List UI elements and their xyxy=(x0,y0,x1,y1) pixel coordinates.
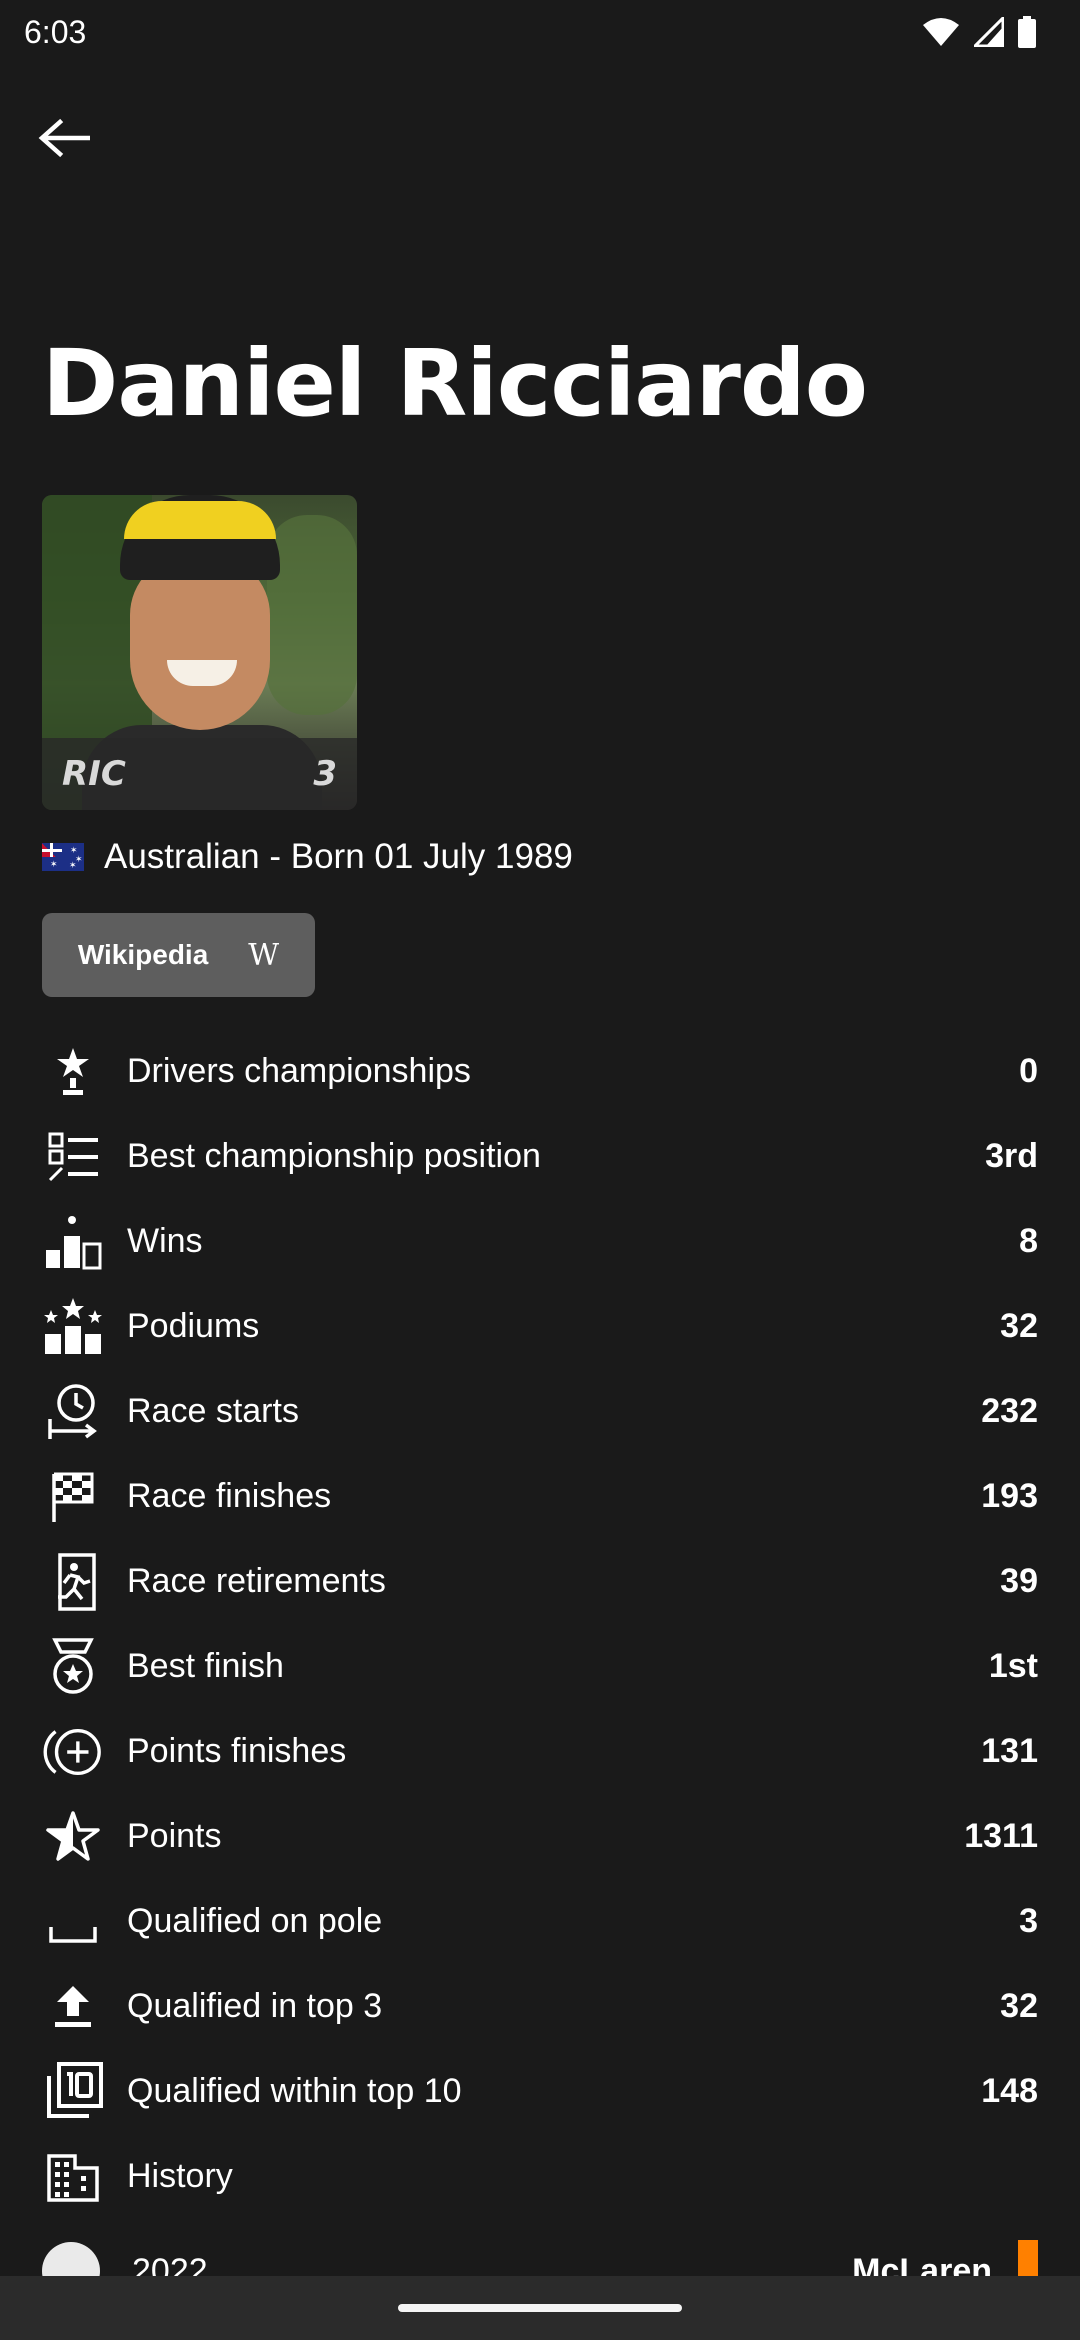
podium-stars-icon xyxy=(42,1296,104,1358)
trophy-icon xyxy=(42,1041,104,1103)
stat-value: 8 xyxy=(1019,1222,1038,1260)
stat-label: Points xyxy=(127,1817,222,1855)
driver-code: RIC xyxy=(62,754,126,794)
stat-label: Podiums xyxy=(127,1307,260,1345)
stat-label: Wins xyxy=(127,1222,203,1260)
stat-value: 0 xyxy=(1019,1052,1038,1090)
stat-label: Race starts xyxy=(127,1392,299,1430)
driver-number: 3 xyxy=(313,754,337,794)
arrow-back-icon xyxy=(38,118,90,158)
stat-row-points: Points 1311 xyxy=(0,1794,1080,1879)
stat-label: Qualified in top 3 xyxy=(127,1987,383,2025)
stat-row-best-championship-position: Best championship position 3rd xyxy=(0,1114,1080,1199)
wikipedia-label: Wikipedia xyxy=(77,939,209,970)
stat-value: 32 xyxy=(1000,1987,1038,2025)
stat-row-drivers-championships: Drivers championships 0 xyxy=(0,1029,1080,1114)
stat-row-podiums: Podiums 32 xyxy=(0,1284,1080,1369)
stat-value: 3 xyxy=(1019,1902,1038,1940)
history-year: 2022 xyxy=(132,2252,208,2276)
exit-run-icon xyxy=(42,1551,104,1613)
stat-row-race-starts: Race starts 232 xyxy=(0,1369,1080,1454)
podium-icon xyxy=(42,1211,104,1273)
stat-row-wins: Wins 8 xyxy=(0,1199,1080,1284)
team-logo xyxy=(42,2242,100,2276)
stat-row-qualified-top-3: Qualified in top 3 32 xyxy=(0,1964,1080,2049)
upload-arrow-icon xyxy=(42,1976,104,2038)
history-team: McLaren xyxy=(852,2252,992,2276)
nationality-text: Australian - Born 01 July 1989 xyxy=(104,837,573,876)
top-10-icon xyxy=(42,2061,104,2123)
stat-label: Points finishes xyxy=(127,1732,347,1770)
history-item[interactable]: 2022 McLaren xyxy=(0,2230,1080,2276)
stat-label: History xyxy=(127,2157,233,2195)
stats-list: Drivers championships 0 Best championshi… xyxy=(0,1029,1080,2219)
stat-row-race-finishes: Race finishes 193 xyxy=(0,1454,1080,1539)
stat-value: 193 xyxy=(981,1477,1038,1515)
stat-value: 32 xyxy=(1000,1307,1038,1345)
stat-value: 39 xyxy=(1000,1562,1038,1600)
status-icons xyxy=(922,16,1036,48)
wifi-icon xyxy=(922,17,960,47)
stat-label: Qualified within top 10 xyxy=(127,2072,462,2110)
stat-label: Qualified on pole xyxy=(127,1902,383,1940)
back-button[interactable] xyxy=(30,104,98,172)
stat-value: 1st xyxy=(988,1647,1038,1685)
ranked-list-icon xyxy=(42,1126,104,1188)
nationality-row: ✶ ✶ ✶ ✶ Australian - Born 01 July 1989 xyxy=(42,832,573,882)
stat-row-best-finish: Best finish 1st xyxy=(0,1624,1080,1709)
page-title: Daniel Ricciardo xyxy=(42,330,868,437)
team-color-bar xyxy=(1018,2240,1038,2276)
stat-value: 131 xyxy=(981,1732,1038,1770)
clock-start-icon xyxy=(42,1381,104,1443)
stat-label: Race finishes xyxy=(127,1477,332,1515)
status-time: 6:03 xyxy=(24,13,87,50)
medal-icon xyxy=(42,1636,104,1698)
wikipedia-icon: W xyxy=(248,937,280,973)
stat-value: 3rd xyxy=(985,1137,1038,1175)
driver-photo: RIC 3 xyxy=(42,495,357,810)
stat-value: 232 xyxy=(981,1392,1038,1430)
stat-label: Best finish xyxy=(127,1647,284,1685)
photo-caption: RIC 3 xyxy=(42,738,357,810)
stat-row-history: History xyxy=(0,2134,1080,2219)
stat-row-qualified-on-pole: Qualified on pole 3 xyxy=(0,1879,1080,1964)
pole-icon xyxy=(42,1891,104,1953)
stat-label: Race retirements xyxy=(127,1562,386,1600)
stat-label: Drivers championships xyxy=(127,1052,471,1090)
building-icon xyxy=(42,2146,104,2208)
battery-icon xyxy=(1018,16,1036,48)
wikipedia-button[interactable]: Wikipedia W xyxy=(42,913,315,997)
status-bar: 6:03 xyxy=(0,0,1080,64)
checkered-flag-icon xyxy=(42,1466,104,1528)
stat-label: Best championship position xyxy=(127,1137,541,1175)
navigation-bar xyxy=(0,2276,1080,2340)
signal-icon xyxy=(974,17,1004,47)
stat-row-qualified-top-10: Qualified within top 10 148 xyxy=(0,2049,1080,2134)
home-gesture-handle[interactable] xyxy=(398,2304,682,2312)
plus-circle-icon xyxy=(42,1721,104,1783)
stat-value: 148 xyxy=(981,2072,1038,2110)
stat-row-race-retirements: Race retirements 39 xyxy=(0,1539,1080,1624)
stat-value: 1311 xyxy=(964,1817,1038,1855)
star-half-icon xyxy=(42,1806,104,1868)
stat-row-points-finishes: Points finishes 131 xyxy=(0,1709,1080,1794)
australia-flag-icon: ✶ ✶ ✶ ✶ xyxy=(42,843,84,871)
